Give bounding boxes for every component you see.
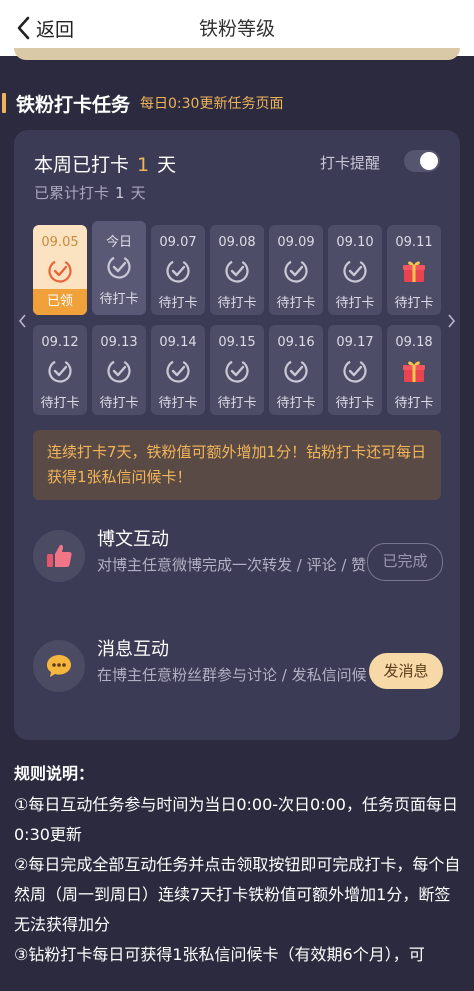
day-date: 09.10: [336, 235, 374, 250]
day-date: 09.17: [336, 335, 374, 350]
day-date: 09.15: [218, 335, 256, 350]
day-status: 待打卡: [40, 396, 80, 411]
streak-notice-text: 连续打卡7天，铁粉值可额外增加1分！钻粉打卡还可每日获得1张私信问候卡！: [47, 443, 427, 486]
checkin-card: 本周已打卡 1 天 已累计打卡 1 天 打卡提醒 09.05 已领 今日 待打卡 09.07 待打…: [14, 130, 460, 740]
check-icon: [165, 258, 191, 284]
day-status: 待打卡: [276, 396, 316, 411]
rules-section: 规则说明： ①每日互动任务参与时间为当日0:00-次日0:00，任务页面每日0:…: [14, 760, 464, 970]
calendar-day[interactable]: 09.16 待打卡: [269, 325, 323, 415]
check-icon: [224, 358, 250, 384]
total-prefix: 已累计打卡: [34, 184, 110, 202]
task-message-interaction: 消息互动 在博主任意粉丝群参与讨论 / 发私信问候 发消息: [33, 635, 443, 705]
day-status: 待打卡: [394, 396, 434, 411]
day-date: 09.08: [218, 235, 256, 250]
total-checkin-count: 已累计打卡 1 天: [34, 182, 146, 203]
gift-icon: [401, 358, 427, 384]
week-unit: 天: [157, 154, 177, 176]
toggle-knob: [420, 152, 438, 170]
calendar-day[interactable]: 今日 待打卡: [92, 221, 146, 315]
day-status: 待打卡: [99, 396, 139, 411]
week-prefix: 本周已打卡: [34, 154, 130, 176]
rule-item: ③钻粉打卡每日可获得1张私信问候卡（有效期6个月），可: [14, 945, 425, 964]
calendar-day[interactable]: 09.07 待打卡: [151, 225, 205, 315]
day-date: 09.18: [395, 335, 433, 350]
calendar-day[interactable]: 09.09 待打卡: [269, 225, 323, 315]
thumbs-up-icon: [33, 530, 85, 582]
section-subtitle: 每日0:30更新任务页面: [140, 96, 284, 112]
section-header: 铁粉打卡任务 每日0:30更新任务页面: [0, 88, 283, 118]
task-post-interaction: 博文互动 对博主任意微博完成一次转发 / 评论 / 赞 已完成: [33, 525, 443, 595]
section-title: 铁粉打卡任务: [16, 93, 131, 116]
total-unit: 天: [130, 184, 146, 202]
completed-button[interactable]: 已完成: [367, 543, 443, 581]
reminder-label: 打卡提醒: [319, 154, 380, 172]
check-icon: [342, 258, 368, 284]
day-date: 09.12: [41, 335, 79, 350]
calendar-day[interactable]: 09.11 待打卡: [387, 225, 441, 315]
day-status: 待打卡: [158, 396, 198, 411]
check-icon: [47, 258, 73, 284]
calendar-day[interactable]: 09.14 待打卡: [151, 325, 205, 415]
page-title: 铁粉等级: [198, 18, 275, 40]
day-status: 已领: [33, 289, 87, 315]
total-count: 1: [115, 184, 125, 202]
calendar-day[interactable]: 09.12 待打卡: [33, 325, 87, 415]
check-icon: [283, 358, 309, 384]
rule-item: ①每日互动任务参与时间为当日0:00-次日0:00，任务页面每日0:30更新: [14, 795, 458, 844]
day-date: 今日: [105, 235, 132, 250]
week-count: 1: [137, 154, 150, 176]
next-week-arrow-icon[interactable]: [446, 313, 456, 329]
day-status: 待打卡: [335, 396, 375, 411]
calendar-day[interactable]: 09.13 待打卡: [92, 325, 146, 415]
day-status: 待打卡: [394, 296, 434, 311]
week-checkin-count: 本周已打卡 1 天: [34, 150, 176, 177]
day-status: 待打卡: [217, 396, 257, 411]
day-date: 09.16: [277, 335, 315, 350]
level-card-edge: [14, 48, 460, 60]
section-accent-bar: [2, 93, 6, 113]
rule-item: ②每日完成全部互动任务并点击领取按钮即可完成打卡，每个自然周（周一到周日）连续7…: [14, 855, 461, 934]
check-icon: [165, 358, 191, 384]
day-date: 09.14: [159, 335, 197, 350]
check-icon: [106, 254, 132, 280]
day-status: 待打卡: [335, 296, 375, 311]
reminder-toggle[interactable]: [404, 150, 440, 172]
day-date: 09.09: [277, 235, 315, 250]
streak-notice: 连续打卡7天，铁粉值可额外增加1分！钻粉打卡还可每日获得1张私信问候卡！: [33, 430, 441, 500]
task-name: 博文互动: [97, 529, 169, 550]
chat-bubble-icon: [33, 640, 85, 692]
day-status: 待打卡: [217, 296, 257, 311]
task-name: 消息互动: [97, 639, 169, 660]
prev-week-arrow-icon[interactable]: [18, 313, 28, 329]
day-status: 待打卡: [158, 296, 198, 311]
task-description: 对博主任意微博完成一次转发 / 评论 / 赞: [97, 556, 367, 574]
day-status: 待打卡: [276, 296, 316, 311]
task-description: 在博主任意粉丝群参与讨论 / 发私信问候: [97, 666, 367, 684]
calendar-day[interactable]: 09.05 已领: [33, 225, 87, 315]
calendar-day[interactable]: 09.15 待打卡: [210, 325, 264, 415]
check-icon: [106, 358, 132, 384]
calendar-day[interactable]: 09.10 待打卡: [328, 225, 382, 315]
rules-heading: 规则说明：: [14, 764, 95, 783]
send-message-button[interactable]: 发消息: [369, 653, 443, 689]
calendar-day[interactable]: 09.08 待打卡: [210, 225, 264, 315]
day-status: 待打卡: [99, 292, 139, 307]
calendar-day[interactable]: 09.17 待打卡: [328, 325, 382, 415]
day-date: 09.07: [159, 235, 197, 250]
day-date: 09.05: [41, 235, 79, 250]
calendar-day[interactable]: 09.18 待打卡: [387, 325, 441, 415]
check-icon: [342, 358, 368, 384]
gift-icon: [401, 258, 427, 284]
check-icon: [224, 258, 250, 284]
check-icon: [47, 358, 73, 384]
day-date: 09.11: [395, 235, 433, 250]
check-icon: [283, 258, 309, 284]
day-date: 09.13: [100, 335, 138, 350]
